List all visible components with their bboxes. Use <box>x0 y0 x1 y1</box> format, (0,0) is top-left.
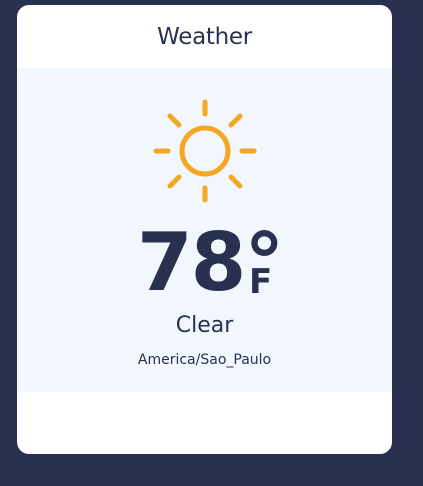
sun-icon <box>151 97 259 205</box>
weather-card: Weather 78° F Clear America/Sao_Paulo <box>17 5 392 454</box>
timezone-label: America/Sao_Paulo <box>137 352 272 368</box>
temperature-unit: F <box>249 262 273 302</box>
temperature-row: 78° F <box>17 218 392 308</box>
weather-body: 78° F Clear America/Sao_Paulo <box>17 68 392 392</box>
card-header: Weather <box>17 5 392 68</box>
weather-condition: Clear <box>175 313 234 338</box>
card-title: Weather <box>157 23 252 50</box>
